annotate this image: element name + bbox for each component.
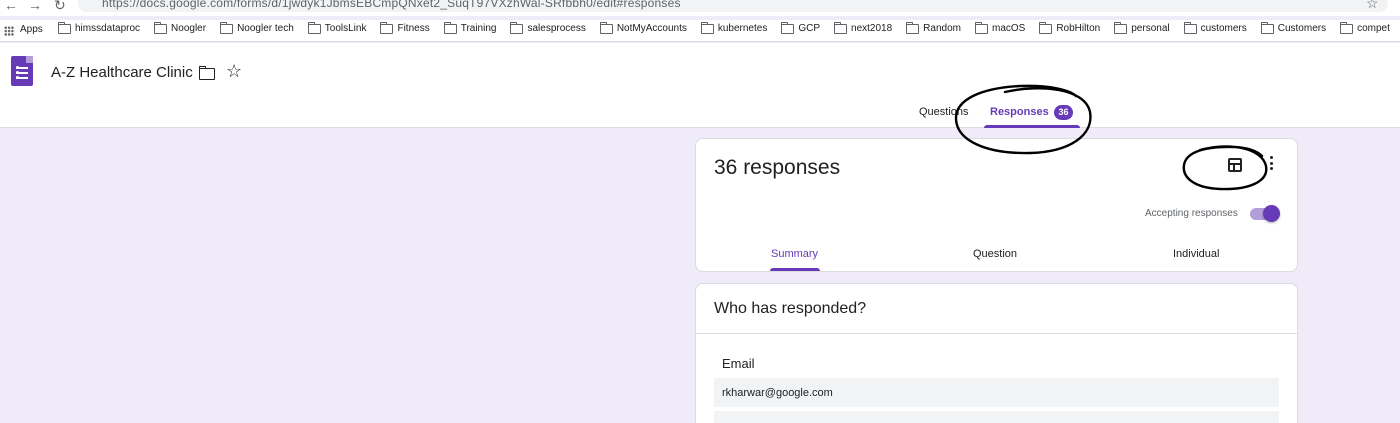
divider — [696, 333, 1297, 334]
folder-icon — [154, 21, 168, 34]
folder-icon[interactable] — [199, 66, 215, 80]
toggle-knob[interactable] — [1263, 205, 1280, 222]
reload-icon[interactable]: ↻ — [54, 0, 66, 14]
bookmark-star-icon[interactable]: ☆ — [1366, 0, 1379, 12]
apps-label[interactable]: Apps — [20, 24, 43, 35]
responses-summary-card: 36 responses Accepting responses Summary… — [695, 138, 1298, 272]
bookmark-item[interactable]: kubernetes — [700, 21, 768, 34]
bookmark-label: RobHilton — [1056, 23, 1101, 34]
bookmark-label: kubernetes — [717, 23, 768, 34]
bookmark-item[interactable]: ToolsLink — [307, 21, 367, 34]
folder-icon — [1114, 21, 1128, 34]
folder-icon — [58, 21, 71, 34]
bookmark-label: himssdataproc — [75, 23, 141, 34]
who-responded-card: Who has responded? Email rkharwar@google… — [695, 283, 1298, 423]
bookmark-item[interactable]: customers — [1183, 21, 1247, 34]
folder-icon — [1039, 21, 1053, 34]
folder-icon — [906, 21, 920, 34]
email-row — [714, 411, 1279, 423]
folder-icon — [1260, 21, 1274, 34]
folder-icon — [443, 21, 457, 34]
bookmark-item[interactable]: salesprocess — [510, 21, 586, 34]
folder-icon — [834, 21, 848, 34]
email-value: rkharwar@google.com — [722, 387, 833, 399]
bookmark-label: Random — [923, 23, 961, 34]
bookmark-item[interactable]: Noogler — [154, 21, 207, 34]
email-row: rkharwar@google.com — [714, 378, 1279, 407]
bookmark-label: GCP — [798, 23, 821, 34]
bookmark-list: himssdataproc Noogler Noogler tech ToolsLin… — [58, 21, 1390, 34]
bookmark-item[interactable]: GCP — [781, 21, 821, 34]
forms-logo[interactable] — [11, 56, 33, 86]
subtab-summary[interactable]: Summary — [771, 248, 818, 260]
bookmark-label: Noogler tech — [237, 23, 294, 34]
bookmark-item[interactable]: macOS — [974, 21, 1026, 34]
folder-icon — [1340, 21, 1354, 34]
forms-header: A-Z Healthcare Clinic ☆ Questions Respon… — [0, 43, 1400, 128]
folder-icon — [307, 21, 321, 34]
responses-count-badge: 36 — [1054, 105, 1073, 120]
accepting-responses-label: Accepting responses — [1145, 208, 1238, 219]
bookmark-item[interactable]: Fitness — [380, 21, 430, 34]
bookmark-item[interactable]: RobHilton — [1039, 21, 1101, 34]
email-column-label: Email — [722, 356, 755, 371]
response-count: 36 responses — [714, 156, 841, 179]
subtab-indicator — [770, 268, 820, 271]
subtab-individual[interactable]: Individual — [1173, 248, 1219, 260]
tab-responses[interactable]: Responses — [990, 106, 1049, 118]
folder-icon — [781, 21, 795, 34]
bookmark-item[interactable]: himssdataproc — [58, 21, 141, 34]
active-tab-indicator — [984, 125, 1080, 128]
bookmark-label: macOS — [991, 23, 1026, 34]
bookmark-label: Fitness — [397, 23, 430, 34]
folder-icon — [220, 21, 234, 34]
sheets-icon[interactable] — [1228, 158, 1242, 172]
bookmark-label: customers — [1200, 23, 1247, 34]
bookmark-item[interactable]: compet — [1340, 21, 1390, 34]
url-text[interactable]: https://docs.google.com/forms/d/1jwdyk1J… — [102, 0, 681, 10]
bookmark-item[interactable]: next2018 — [834, 21, 893, 34]
bookmark-label: NotMyAccounts — [616, 23, 687, 34]
back-icon[interactable]: ← — [4, 0, 18, 13]
apps-icon[interactable] — [4, 26, 14, 36]
bookmark-item[interactable]: Customers — [1260, 21, 1327, 34]
star-icon[interactable]: ☆ — [226, 61, 242, 82]
bookmark-item[interactable]: Noogler tech — [220, 21, 294, 34]
bookmark-item[interactable]: Random — [906, 21, 961, 34]
bookmark-label: personal — [1131, 23, 1170, 34]
bookmark-label: Noogler — [171, 23, 207, 34]
bookmark-label: salesprocess — [527, 23, 586, 34]
bookmark-item[interactable]: Training — [443, 21, 497, 34]
tab-questions[interactable]: Questions — [919, 106, 969, 118]
card-title: Who has responded? — [714, 300, 867, 317]
folder-icon — [974, 21, 988, 34]
folder-icon — [510, 21, 524, 34]
subtab-question[interactable]: Question — [973, 248, 1017, 260]
bookmark-item[interactable]: NotMyAccounts — [599, 21, 687, 34]
folder-icon — [1183, 21, 1197, 34]
bookmark-item[interactable]: personal — [1114, 21, 1170, 34]
bookmark-label: Training — [460, 23, 497, 34]
bookmark-label: compet — [1357, 23, 1390, 34]
folder-icon — [380, 21, 394, 34]
bookmarks-bar: Apps himssdataproc Noogler Noogler tech Too… — [0, 20, 1400, 42]
bookmark-label: next2018 — [851, 23, 893, 34]
folder-icon — [599, 21, 613, 34]
more-vert-icon[interactable] — [1270, 156, 1274, 172]
bookmark-label: ToolsLink — [324, 23, 367, 34]
forward-icon[interactable]: → — [28, 0, 42, 13]
folder-icon — [700, 21, 714, 34]
bookmark-label: Customers — [1277, 23, 1327, 34]
browser-toolbar: ← → ↻ https://docs.google.com/forms/d/1j… — [0, 0, 1400, 16]
form-title[interactable]: A-Z Healthcare Clinic — [51, 64, 193, 81]
